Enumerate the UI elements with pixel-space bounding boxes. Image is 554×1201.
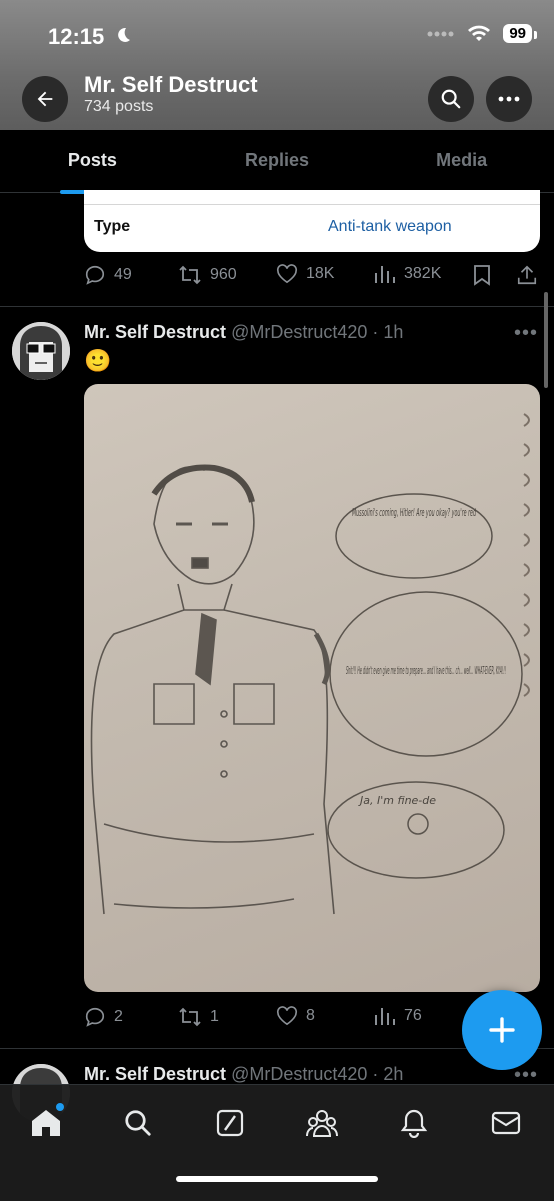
- reply-icon: [85, 265, 105, 285]
- author-handle-time: @MrDestruct420 · 2h: [231, 1064, 404, 1084]
- nav-grok[interactable]: [210, 1103, 250, 1143]
- views-button[interactable]: 76: [374, 1006, 422, 1026]
- author-name[interactable]: Mr. Self Destruct: [84, 1064, 226, 1084]
- search-button[interactable]: [428, 76, 474, 122]
- communities-icon: [306, 1110, 338, 1137]
- post-divider: [0, 306, 554, 307]
- status-icons: 99: [427, 24, 537, 43]
- notifications-icon: [400, 1109, 428, 1138]
- reply-button[interactable]: 2: [84, 1006, 123, 1028]
- like-count: 18K: [306, 265, 335, 282]
- reply-button[interactable]: 49: [84, 264, 132, 286]
- repost-icon: [179, 265, 201, 285]
- pencil-sketch-drawing: Mussolini's coming, Hitler! Are you okay…: [90, 413, 530, 915]
- wifi-icon: [468, 25, 491, 41]
- like-icon: [276, 1006, 298, 1026]
- post1-actions: 49 960 18K 382K: [84, 264, 544, 288]
- like-button[interactable]: 18K: [276, 264, 334, 284]
- more-options-button[interactable]: [486, 76, 532, 122]
- repost-count: 1: [210, 1008, 219, 1025]
- tab-replies[interactable]: Replies: [185, 130, 370, 192]
- card-label: Type: [94, 218, 131, 235]
- reply-count: 2: [114, 1008, 123, 1025]
- bubble1-text: Mussolini's coming, Hitler! Are you okay…: [352, 506, 476, 519]
- views-count: 382K: [404, 265, 442, 282]
- messages-icon: [491, 1111, 521, 1135]
- compose-button[interactable]: [462, 990, 542, 1070]
- avatar[interactable]: [12, 322, 70, 380]
- reply-icon: [85, 1007, 105, 1027]
- bubble3-text: Ja, I'm fine-de: [358, 794, 436, 807]
- repost-button[interactable]: 1: [178, 1006, 219, 1028]
- share-icon[interactable]: [516, 264, 538, 286]
- nav-notifications[interactable]: [394, 1103, 434, 1143]
- tab-media[interactable]: Media: [369, 130, 554, 192]
- profile-header: 12:15 99 Mr. Self Destruct 734 posts: [0, 0, 554, 130]
- avatar-image: [12, 322, 70, 380]
- post-image[interactable]: Mussolini's coming, Hitler! Are you okay…: [84, 384, 540, 992]
- link-card[interactable]: Type Anti-tank weapon: [84, 190, 540, 252]
- like-button[interactable]: 8: [276, 1006, 315, 1026]
- back-arrow-icon: [37, 91, 53, 107]
- views-button[interactable]: 382K: [374, 264, 441, 284]
- scrollbar[interactable]: [544, 292, 548, 388]
- like-count: 8: [306, 1007, 315, 1024]
- views-icon: [375, 1008, 395, 1025]
- profile-tabs: Posts Replies Media: [0, 130, 554, 193]
- author-handle-time: @MrDestruct420 · 1h: [231, 322, 404, 342]
- like-icon: [276, 264, 298, 284]
- reply-count: 49: [114, 266, 132, 283]
- nav-home[interactable]: [26, 1103, 66, 1143]
- grok-icon: [216, 1109, 244, 1137]
- repost-icon: [179, 1007, 201, 1027]
- views-icon: [375, 266, 395, 283]
- home-icon: [32, 1110, 60, 1136]
- post-count: 734 posts: [84, 98, 154, 115]
- bottom-navigation: [0, 1084, 554, 1201]
- post-header: Mr. Self Destruct @MrDestruct420 · 1h: [84, 322, 403, 343]
- nav-communities[interactable]: [302, 1103, 342, 1143]
- nav-explore[interactable]: [118, 1103, 158, 1143]
- post-text: 🙂: [84, 348, 112, 373]
- search-icon: [441, 89, 461, 109]
- moon-icon: [118, 27, 130, 42]
- back-button[interactable]: [22, 76, 68, 122]
- repost-count: 960: [210, 266, 237, 283]
- bubble2-text: Shit!!! He didn't even give me time to p…: [346, 664, 506, 677]
- home-indicator[interactable]: [176, 1176, 378, 1182]
- status-time: 12:15: [48, 24, 105, 49]
- profile-title: Mr. Self Destruct: [84, 72, 258, 97]
- explore-icon: [125, 1110, 151, 1136]
- battery-indicator: 99: [503, 24, 537, 43]
- post-more-button[interactable]: •••: [514, 322, 538, 345]
- author-name[interactable]: Mr. Self Destruct: [84, 322, 226, 342]
- repost-button[interactable]: 960: [178, 264, 237, 286]
- tab-posts[interactable]: Posts: [0, 130, 185, 192]
- plus-icon: [489, 1017, 515, 1043]
- nav-messages[interactable]: [486, 1103, 526, 1143]
- signal-icon: [427, 31, 454, 36]
- card-value: Anti-tank weapon: [328, 218, 452, 235]
- more-icon: [498, 96, 520, 102]
- card-divider: [84, 204, 540, 205]
- views-count: 76: [404, 1007, 422, 1024]
- notification-dot: [56, 1103, 64, 1111]
- post-header: Mr. Self Destruct @MrDestruct420 · 2h: [84, 1064, 403, 1085]
- bookmark-icon[interactable]: [472, 264, 492, 286]
